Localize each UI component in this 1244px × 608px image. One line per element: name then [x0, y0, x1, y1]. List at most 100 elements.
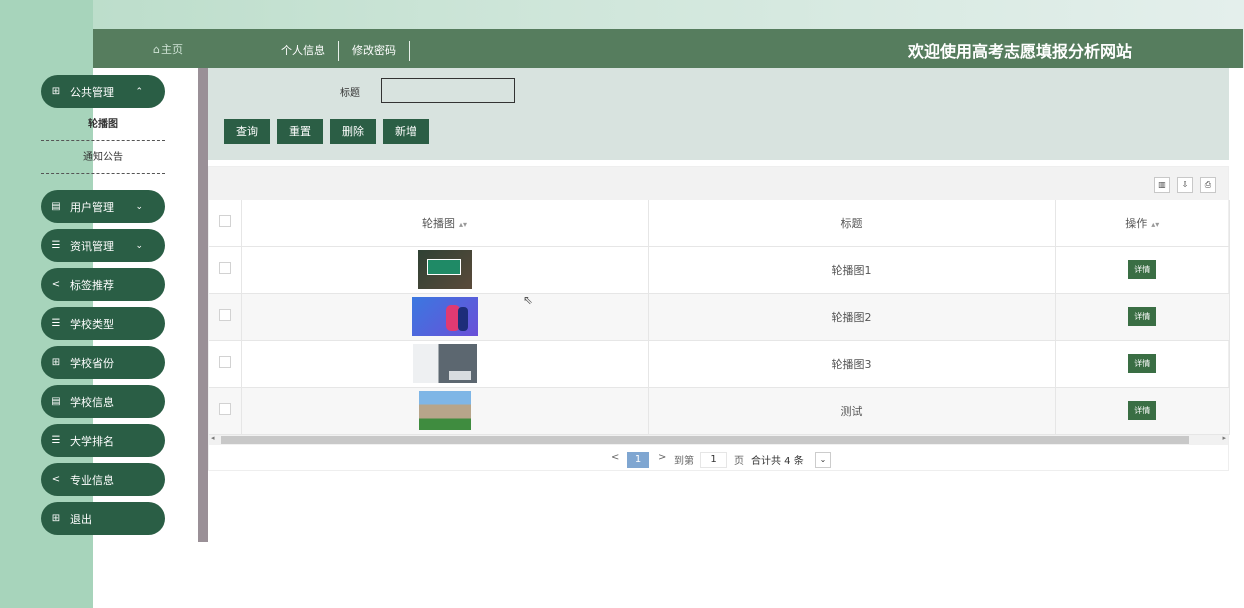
- row-title: 测试: [648, 387, 1056, 435]
- table-row: 轮播图2 详情: [209, 293, 1230, 341]
- carousel-thumbnail[interactable]: [418, 391, 471, 430]
- menu-school-type[interactable]: ☰ 学校类型: [41, 307, 165, 340]
- list-icon: ☰: [51, 435, 61, 446]
- mouse-cursor-icon: ⇖: [523, 293, 534, 307]
- menu-logout[interactable]: ⊞ 退出: [41, 502, 165, 535]
- grid-icon: ⊞: [51, 86, 61, 97]
- top-nav: 个人信息 修改密码: [268, 41, 410, 61]
- chevron-up-icon: ⌃: [135, 86, 143, 97]
- book-icon: ▤: [51, 201, 61, 212]
- nav-profile[interactable]: 个人信息: [268, 41, 339, 61]
- menu-label: 大学排名: [70, 434, 114, 448]
- share-icon: <: [51, 279, 61, 290]
- home-link[interactable]: ⌂主页: [153, 41, 183, 57]
- header-title: 标题: [648, 200, 1056, 247]
- header-carousel[interactable]: 轮播图 ▴▾: [241, 200, 649, 247]
- nav-change-password[interactable]: 修改密码: [339, 41, 410, 61]
- table-row: 轮播图1 详情: [209, 246, 1230, 294]
- row-checkbox[interactable]: [218, 309, 231, 321]
- carousel-thumbnail[interactable]: [417, 250, 472, 289]
- table-toolbar: ▥ ⇩ ⎙: [209, 167, 1228, 200]
- row-title: 轮播图3: [648, 340, 1056, 388]
- list-icon: ☰: [51, 240, 61, 251]
- goto-label: 到第: [674, 455, 694, 467]
- scrollbar-thumb[interactable]: [221, 435, 1189, 444]
- add-button[interactable]: 新增: [383, 119, 429, 144]
- total-count: 合计共 4 条: [751, 455, 804, 467]
- menu-public-management[interactable]: ⊞ 公共管理 ⌃: [41, 75, 165, 108]
- row-checkbox[interactable]: [218, 403, 231, 415]
- list-icon: ☰: [51, 318, 61, 329]
- row-title: 轮播图2: [648, 293, 1056, 341]
- detail-button[interactable]: 详情: [1128, 401, 1157, 420]
- menu-school-province[interactable]: ⊞ 学校省份: [41, 346, 165, 379]
- scroll-right-icon[interactable]: ▸: [1222, 434, 1226, 442]
- carousel-thumbnail[interactable]: [411, 297, 478, 336]
- menu-label: 标签推荐: [70, 278, 114, 292]
- reset-button[interactable]: 重置: [277, 119, 323, 144]
- row-checkbox[interactable]: [218, 356, 231, 368]
- row-checkbox[interactable]: [218, 262, 231, 274]
- grid-icon: ⊞: [51, 513, 61, 524]
- table-row: 轮播图3 详情: [209, 340, 1230, 388]
- menu-label: 学校类型: [70, 317, 114, 331]
- detail-button[interactable]: 详情: [1128, 260, 1157, 279]
- row-title: 轮播图1: [648, 246, 1056, 294]
- sort-icon: ▴▾: [1151, 219, 1160, 229]
- sidebar-divider: [198, 68, 208, 542]
- carousel-thumbnail[interactable]: [412, 344, 477, 383]
- watermark: CSDN @vx_BS81330: [1043, 580, 1240, 602]
- export-icon[interactable]: ⇩: [1177, 177, 1193, 193]
- title-label: 标题: [340, 88, 360, 99]
- pagination: < 1 > 到第 1 页 合计共 4 条 ⌄: [209, 445, 1228, 469]
- detail-button[interactable]: 详情: [1128, 354, 1157, 373]
- header-label: 操作: [1125, 216, 1148, 230]
- header-action[interactable]: 操作 ▴▾: [1055, 200, 1230, 247]
- menu-user-management[interactable]: ▤ 用户管理 ⌄: [41, 190, 165, 223]
- menu-news-management[interactable]: ☰ 资讯管理 ⌄: [41, 229, 165, 262]
- menu-label: 公共管理: [70, 85, 114, 99]
- header-label: 轮播图: [421, 216, 455, 230]
- action-buttons: 查询 重置 删除 新增: [224, 119, 436, 144]
- grid-icon: ⊞: [51, 357, 61, 368]
- select-all-checkbox[interactable]: [218, 215, 231, 228]
- scroll-left-icon[interactable]: ◂: [211, 434, 215, 442]
- columns-icon[interactable]: ▥: [1154, 177, 1170, 193]
- menu-label: 用户管理: [70, 200, 114, 214]
- book-icon: ▤: [51, 396, 61, 407]
- menu-university-ranking[interactable]: ☰ 大学排名: [41, 424, 165, 457]
- delete-button[interactable]: 删除: [330, 119, 376, 144]
- data-table: ▥ ⇩ ⎙ 轮播图 ▴▾ 标题 操作 ▴▾ 轮播图1 详情 轮播图2 详情 轮播图3: [208, 166, 1230, 471]
- site-title: 欢迎使用高考志愿填报分析网站: [907, 42, 1132, 61]
- prev-page-button[interactable]: <: [611, 452, 619, 463]
- home-label: 主页: [160, 43, 183, 56]
- table-row: 测试 详情: [209, 387, 1230, 435]
- menu-major-info[interactable]: < 专业信息: [41, 463, 165, 496]
- share-icon: <: [51, 474, 61, 485]
- chevron-down-icon: ⌄: [135, 240, 143, 251]
- top-bar: ⌂主页 个人信息 修改密码 欢迎使用高考志愿填报分析网站: [93, 29, 1243, 68]
- chevron-down-icon: ⌄: [135, 201, 143, 212]
- submenu-carousel[interactable]: 轮播图: [41, 108, 165, 141]
- sort-icon: ▴▾: [458, 219, 468, 229]
- print-icon[interactable]: ⎙: [1200, 177, 1216, 193]
- submenu-notice[interactable]: 通知公告: [41, 141, 165, 174]
- menu-school-info[interactable]: ▤ 学校信息: [41, 385, 165, 418]
- search-panel: 标题 查询 重置 删除 新增: [208, 68, 1229, 160]
- detail-button[interactable]: 详情: [1128, 307, 1157, 326]
- menu-label: 退出: [70, 512, 92, 526]
- menu-label: 学校省份: [70, 356, 114, 370]
- query-button[interactable]: 查询: [224, 119, 270, 144]
- goto-page-input[interactable]: 1: [700, 451, 727, 468]
- horizontal-scrollbar[interactable]: ◂ ▸: [209, 434, 1228, 445]
- menu-tag-recommend[interactable]: < 标签推荐: [41, 268, 165, 301]
- table-header-row: 轮播图 ▴▾ 标题 操作 ▴▾: [209, 200, 1230, 247]
- next-page-button[interactable]: >: [658, 452, 666, 463]
- page-size-select[interactable]: ⌄: [815, 451, 831, 468]
- menu-label: 资讯管理: [70, 239, 114, 253]
- menu-label: 专业信息: [70, 473, 114, 487]
- current-page[interactable]: 1: [627, 451, 649, 468]
- home-icon: ⌂: [153, 43, 160, 56]
- title-search-input[interactable]: [381, 78, 515, 103]
- page-unit: 页: [734, 455, 744, 467]
